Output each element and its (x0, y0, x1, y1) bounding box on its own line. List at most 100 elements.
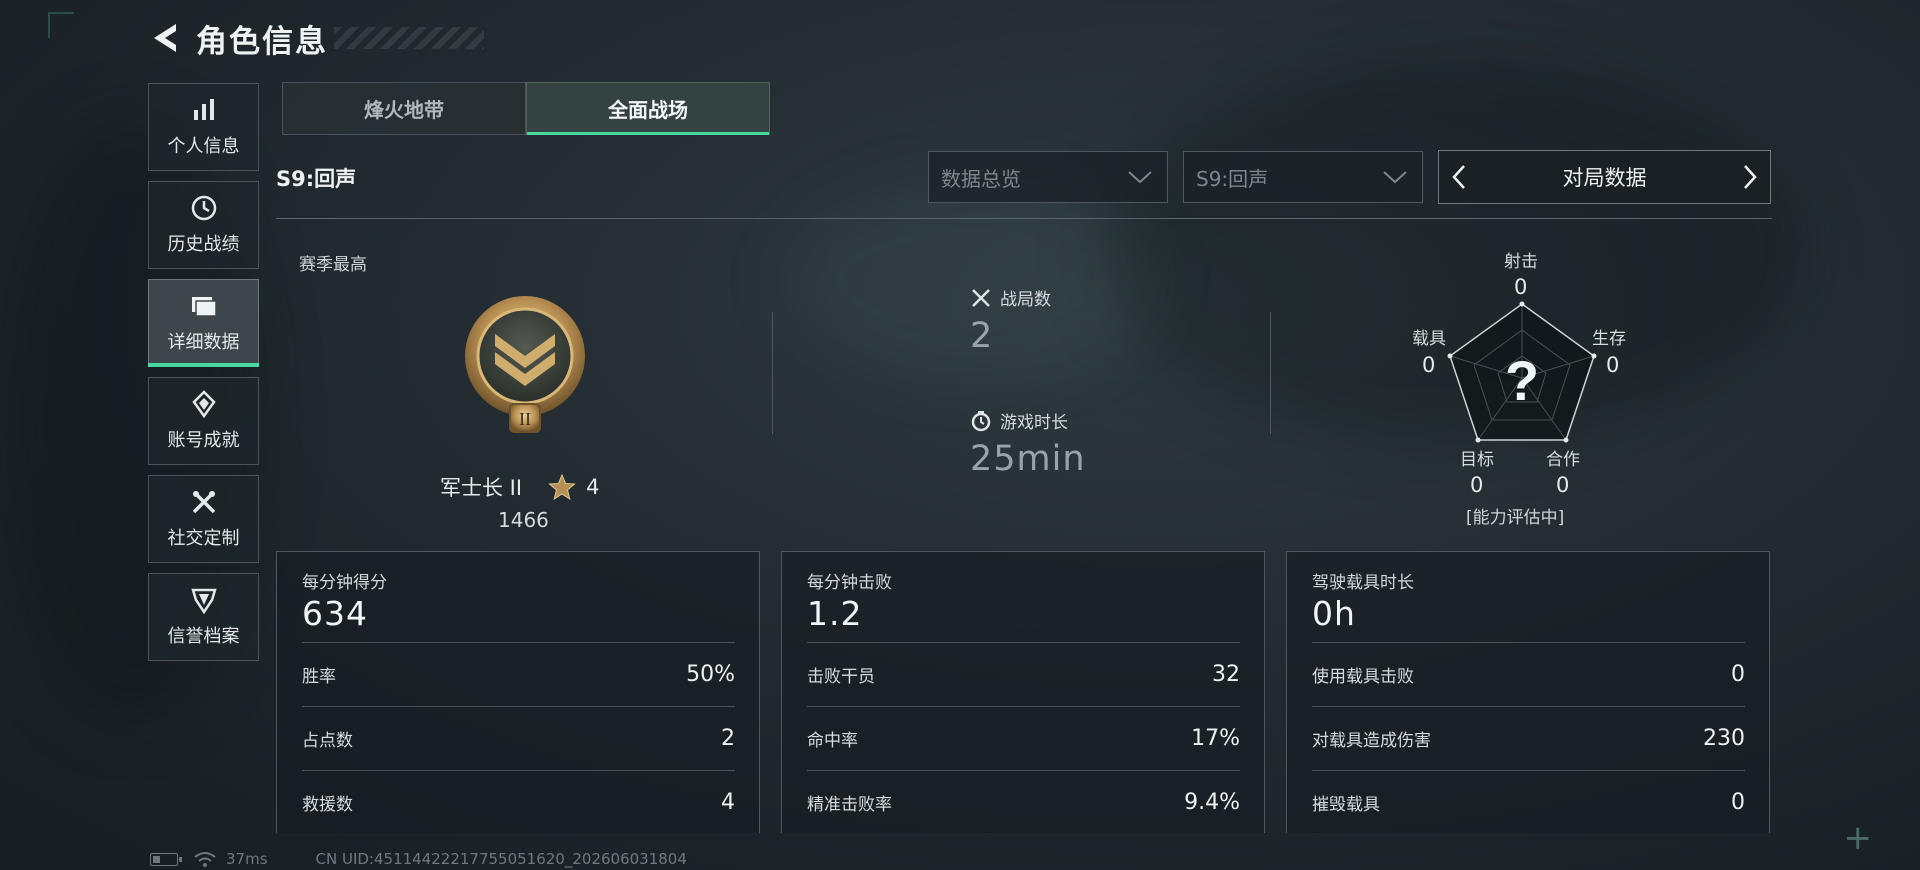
card-head: 每分钟得分 (302, 573, 387, 593)
radar-value-teamwork: 0 (1556, 473, 1570, 497)
sidebar-item-label: 账号成就 (167, 430, 240, 451)
season-best-label: 赛季最高 (299, 255, 367, 275)
season-label: S9:回声 (276, 167, 357, 191)
back-button[interactable] (148, 18, 184, 58)
card-row: 命中率 17% (807, 706, 1240, 770)
stat-category-switcher: 对局数据 (1438, 150, 1771, 204)
card-head: 驾驶载具时长 (1312, 573, 1414, 593)
season-dropdown[interactable]: S9:回声 (1183, 151, 1423, 203)
chevron-right-icon (1744, 165, 1757, 189)
wrench-tools-icon (192, 490, 215, 514)
chevron-down-icon (1383, 171, 1407, 184)
card-big-value: 1.2 (807, 594, 863, 633)
sidebar-item-achievements[interactable]: 账号成就 (148, 377, 259, 465)
matches-stat: 战局数 2 (970, 285, 1051, 356)
folder-stack-icon (191, 297, 217, 317)
shield-badge-icon (190, 588, 217, 614)
category-title: 对局数据 (1562, 166, 1647, 190)
radar-label-objective: 目标 (1460, 450, 1494, 470)
stat-card-kills: 每分钟击败 1.2 击败干员 32 命中率 17% 精准击败率 9.4% (781, 551, 1265, 833)
row-label: 精准击败率 (807, 795, 892, 815)
radar-status: [能力评估中] (1466, 508, 1565, 528)
sidebar-item-detailed-data[interactable]: 详细数据 (148, 279, 259, 367)
rank-row: 军士长 II 4 (440, 472, 599, 502)
radar-value-survival: 0 (1606, 353, 1620, 377)
crossed-swords-icon (972, 288, 990, 307)
sidebar-item-label: 历史战绩 (167, 234, 240, 255)
card-row: 精准击败率 9.4% (807, 770, 1240, 834)
row-value: 9.4% (1184, 790, 1240, 815)
bar-chart-icon (193, 99, 214, 120)
sidebar-item-label: 信誉档案 (167, 626, 240, 647)
card-row: 对载具造成伤害 230 (1312, 706, 1745, 770)
dropdown-value: S9:回声 (1196, 166, 1269, 191)
sidebar: 个人信息 历史战绩 详细数据 账号成就 社交定制 信誉档案 (148, 83, 260, 671)
sidebar-item-label: 社交定制 (167, 528, 240, 549)
row-value: 0 (1731, 790, 1745, 815)
playtime-stat: 游戏时长 25min (970, 408, 1086, 479)
battery-icon (150, 852, 182, 866)
chevron-down-icon (1128, 171, 1152, 184)
next-category-button[interactable] (1730, 151, 1770, 203)
row-value: 2 (721, 726, 735, 751)
row-label: 胜率 (302, 667, 336, 687)
crosshair-decoration-icon: + (1843, 818, 1873, 858)
uid-text: CN UID:451144222177550516​20_20260603180… (315, 850, 687, 868)
playtime-label: 游戏时长 (1000, 413, 1068, 433)
card-big-value: 634 (302, 594, 368, 633)
sidebar-item-label: 个人信息 (167, 136, 240, 157)
mode-tabs: 烽火地带 全面战场 (282, 82, 770, 135)
ping-value: 37ms (226, 850, 268, 868)
card-row: 占点数 2 (302, 706, 735, 770)
matches-label: 战局数 (1000, 290, 1051, 310)
stopwatch-icon (971, 410, 991, 431)
row-value: 50% (686, 662, 735, 687)
row-value: 230 (1703, 726, 1745, 751)
card-row: 救援数 4 (302, 770, 735, 834)
history-clock-icon (191, 195, 216, 221)
radar-value-vehicle: 0 (1422, 353, 1436, 377)
card-row: 摧毁载具 0 (1312, 770, 1745, 834)
rank-medal-icon: II (465, 296, 585, 433)
card-head: 每分钟击败 (807, 573, 892, 593)
stat-card-vehicle: 驾驶载具时长 0h 使用载具击败 0 对载具造成伤害 230 摧毁载具 0 (1286, 551, 1770, 833)
star-icon (548, 473, 576, 501)
row-label: 命中率 (807, 731, 858, 751)
dropdown-value: 数据总览 (941, 166, 1021, 191)
tab-all-out-warfare[interactable]: 全面战场 (526, 82, 770, 135)
sidebar-item-personal-info[interactable]: 个人信息 (148, 83, 259, 171)
vertical-divider (1270, 312, 1271, 434)
radar-label-teamwork: 合作 (1546, 450, 1580, 470)
page-header: 角色信息 (148, 16, 484, 60)
vertical-divider (772, 312, 773, 434)
card-row: 使用载具击败 0 (1312, 642, 1745, 706)
radar-value-objective: 0 (1470, 473, 1484, 497)
title-decoration (334, 27, 484, 49)
card-row: 击败干员 32 (807, 642, 1240, 706)
rank-score: 1466 (498, 508, 549, 532)
corner-decoration (48, 12, 74, 38)
ability-radar-chart: ? (1447, 301, 1597, 443)
row-label: 对载具造成伤害 (1312, 731, 1431, 751)
prev-category-button[interactable] (1439, 151, 1479, 203)
back-arrow-icon (154, 24, 176, 52)
radar-label-vehicle: 载具 (1412, 329, 1446, 349)
rank-name: 军士长 II (440, 476, 523, 500)
tab-hazard-zone[interactable]: 烽火地带 (282, 82, 526, 135)
rank-stars: 4 (586, 475, 600, 499)
chevron-left-icon (1452, 165, 1465, 189)
wifi-icon (194, 852, 216, 867)
row-value: 32 (1212, 662, 1240, 687)
sidebar-item-reputation[interactable]: 信誉档案 (148, 573, 259, 661)
data-type-dropdown[interactable]: 数据总览 (928, 151, 1168, 203)
radar-label-shooting: 射击 (1504, 252, 1538, 272)
row-label: 摧毁载具 (1312, 795, 1380, 815)
radar-label-survival: 生存 (1592, 329, 1626, 349)
card-row: 胜率 50% (302, 642, 735, 706)
row-value: 17% (1191, 726, 1240, 751)
section-divider (276, 218, 1772, 219)
sidebar-item-social[interactable]: 社交定制 (148, 475, 259, 563)
row-label: 占点数 (302, 731, 353, 751)
sidebar-item-history[interactable]: 历史战绩 (148, 181, 259, 269)
matches-value: 2 (970, 316, 994, 356)
